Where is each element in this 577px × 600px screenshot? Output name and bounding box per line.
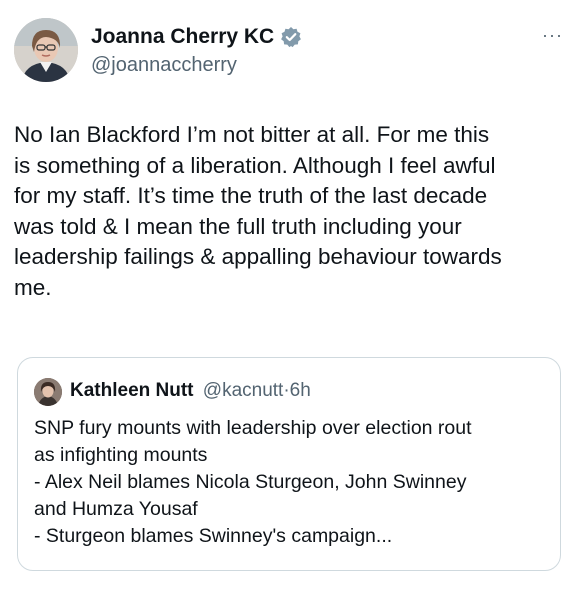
author-name-text: Joanna Cherry KC: [91, 25, 275, 48]
author-handle[interactable]: @joannaccherry: [91, 53, 237, 77]
quoted-author-name[interactable]: Kathleen Nutt: [70, 380, 194, 401]
tweet-card: Joanna Cherry KC @joannaccherry ··· No I…: [0, 0, 577, 600]
avatar-photo-icon: [14, 18, 78, 82]
tweet-text: No Ian Blackford I’m not bitter at all. …: [14, 122, 502, 300]
author-avatar[interactable]: [14, 18, 78, 82]
quoted-author-handle[interactable]: @kacnutt: [203, 380, 284, 401]
quoted-timestamp[interactable]: 6h: [290, 380, 311, 401]
quoted-text: SNP fury mounts with leadership over ele…: [34, 417, 472, 547]
quoted-avatar-photo-icon: [34, 378, 62, 406]
quoted-author-avatar: [34, 378, 62, 406]
verified-badge-icon: [280, 26, 302, 48]
quoted-tweet[interactable]: Kathleen Nutt @kacnutt·6h SNP fury mount…: [17, 357, 561, 571]
more-dots-icon[interactable]: ···: [542, 26, 563, 44]
author-name[interactable]: Joanna Cherry KC: [91, 24, 302, 50]
quoted-header: Kathleen Nutt @kacnutt·6h: [70, 378, 311, 404]
